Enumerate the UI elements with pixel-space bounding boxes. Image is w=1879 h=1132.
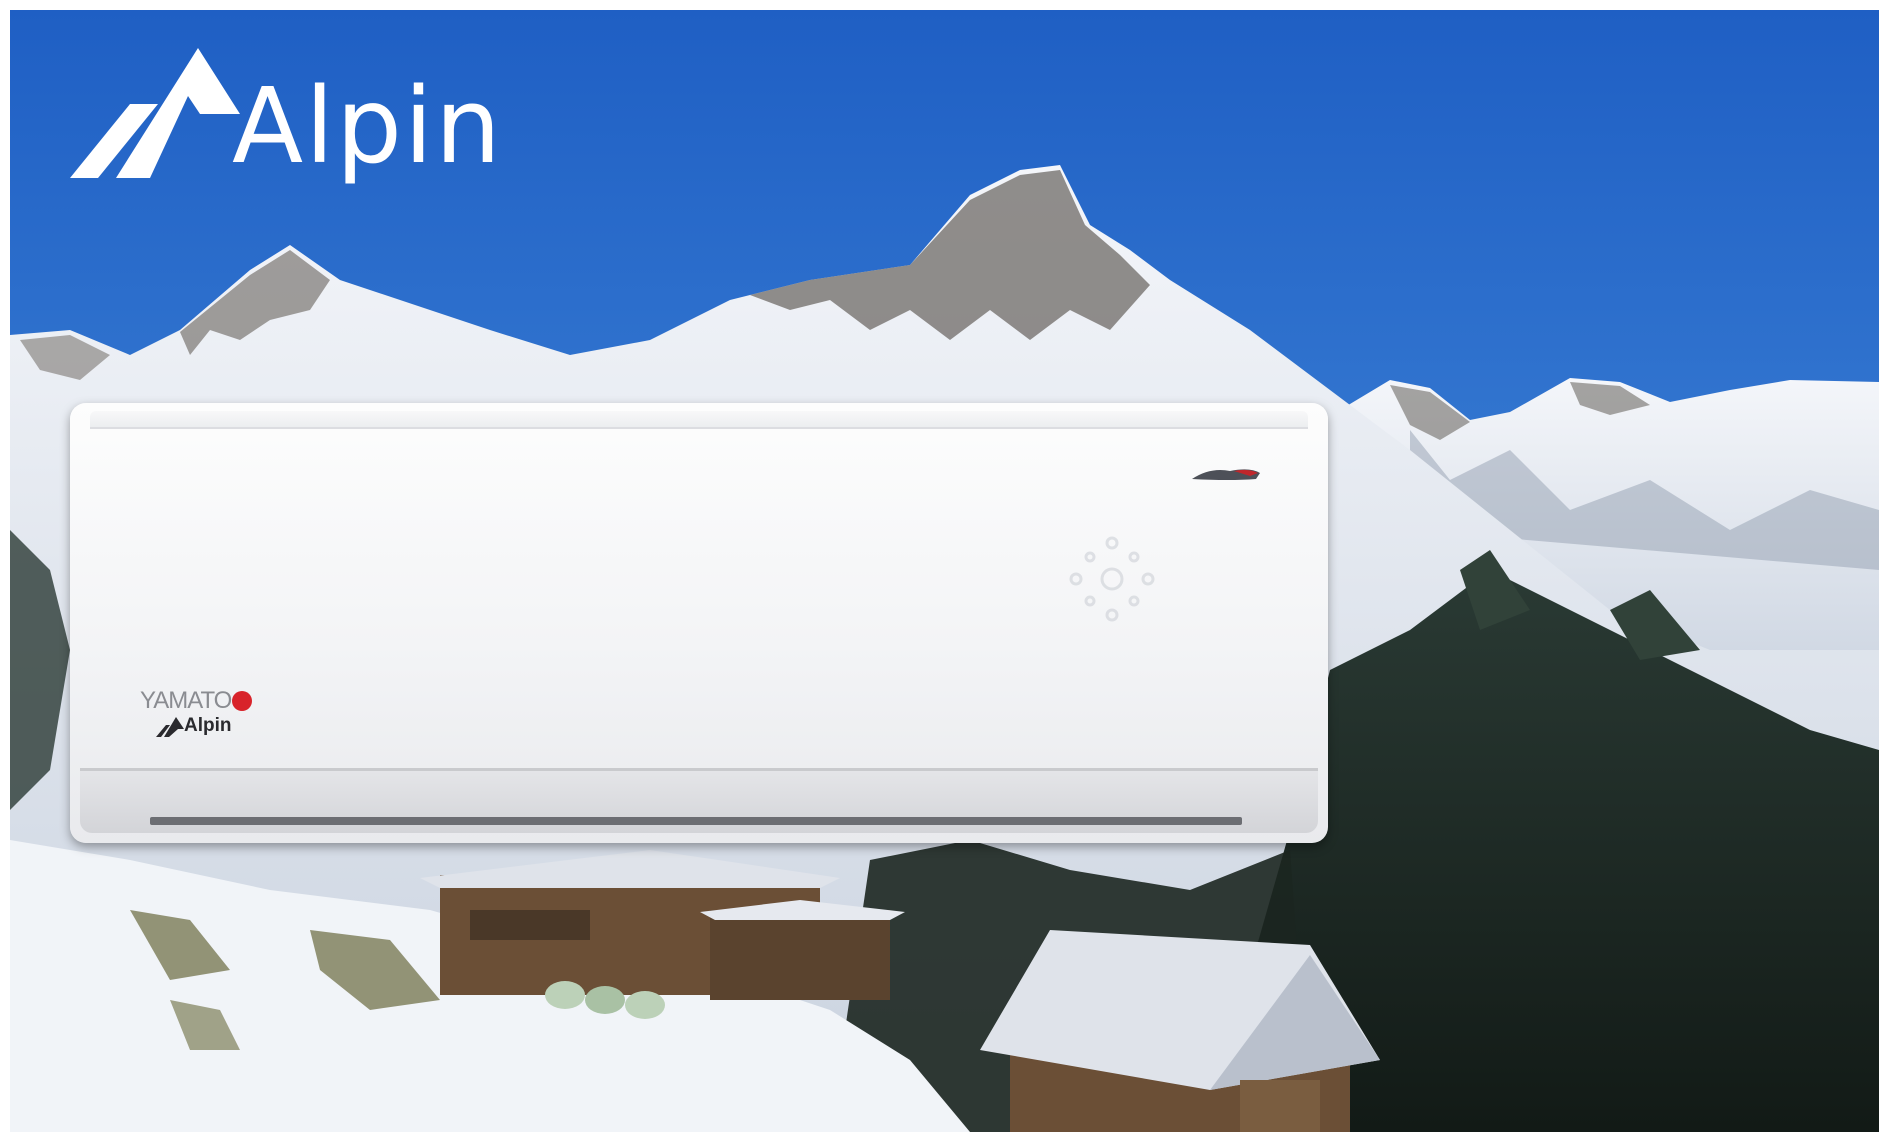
air-conditioner-unit: YAMATO Alpin: [70, 403, 1328, 843]
badge-icon: [1192, 469, 1260, 480]
alpin-logo: Alpin: [70, 42, 503, 178]
ac-alpin-text: Alpin: [184, 715, 232, 736]
mountain-small-icon: [156, 717, 184, 737]
alpin-logo-text: Alpin: [232, 65, 503, 187]
ac-louver: [150, 817, 1242, 825]
rising-sun-icon: [232, 691, 253, 711]
ac-alpin-badge: Alpin: [156, 715, 232, 737]
ac-top-grille: [90, 411, 1308, 429]
yamato-brand: YAMATO: [140, 687, 253, 715]
mountain-logo-icon: [70, 48, 240, 178]
yamato-brand-text: YAMATO: [140, 687, 232, 714]
led-display-icon: [1069, 536, 1155, 622]
